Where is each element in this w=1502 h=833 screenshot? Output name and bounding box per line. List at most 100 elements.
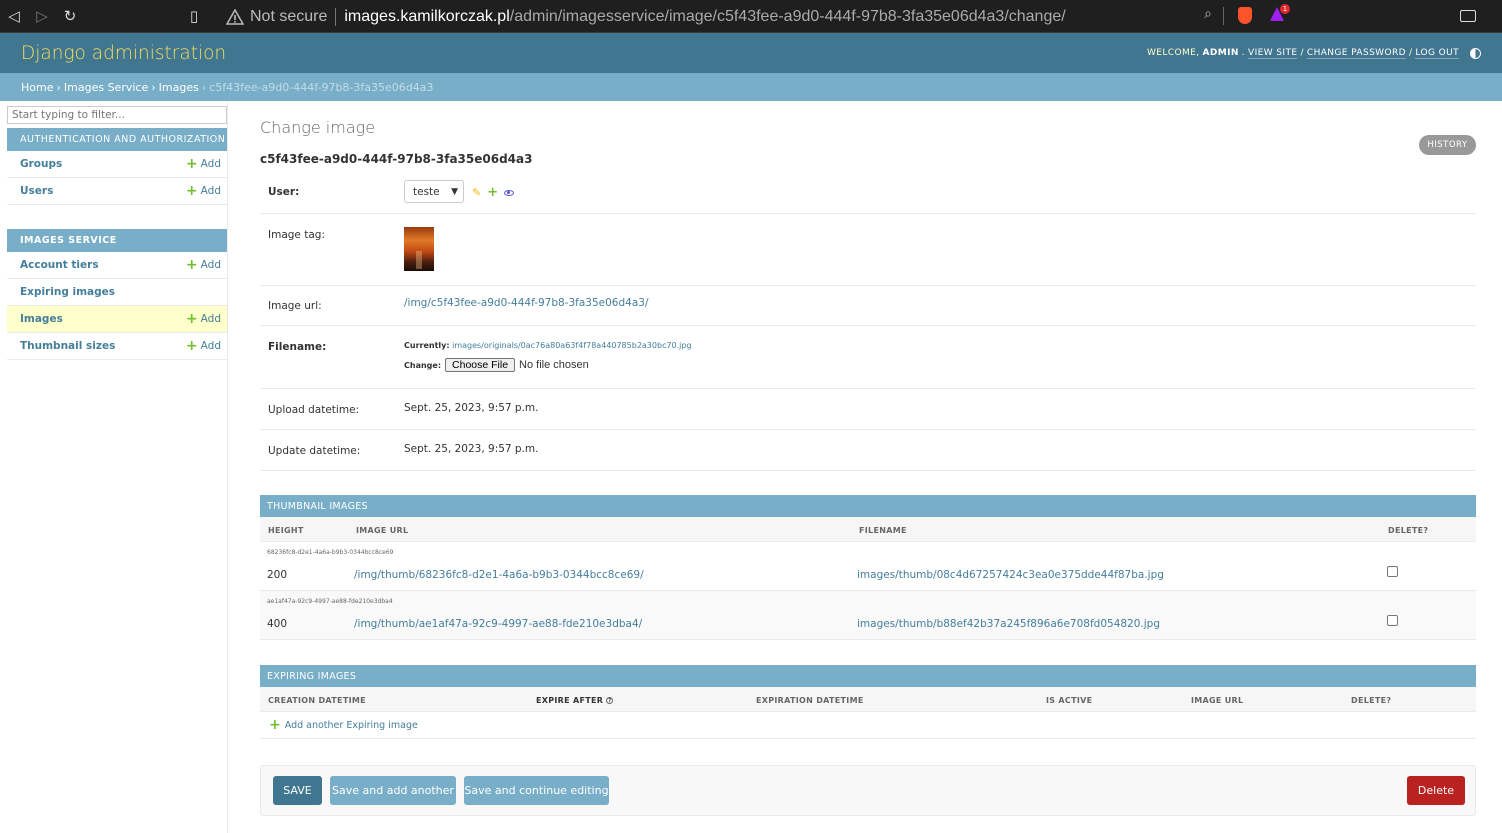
delete-checkbox[interactable]	[1387, 615, 1398, 626]
nav-filter-input[interactable]	[7, 106, 227, 124]
welcome-text: Welcome,	[1147, 48, 1200, 58]
breadcrumb-model[interactable]: Images	[159, 81, 199, 94]
username: admin	[1202, 48, 1239, 58]
currently-file-link[interactable]: images/originals/0ac76a80a63f4f78a440785…	[452, 341, 691, 350]
image-url-link[interactable]: /img/c5f43fee-a9d0-444f-97b8-3fa35e06d4a…	[404, 297, 649, 309]
no-file-text: No file chosen	[519, 359, 589, 371]
row-height: 200	[267, 569, 288, 581]
save-and-add-another-button[interactable]: Save and add another	[330, 776, 456, 805]
related-widget-icons: ✎ +	[472, 186, 515, 199]
history-button[interactable]: History	[1419, 135, 1476, 155]
brave-shield-icon[interactable]	[1238, 7, 1252, 24]
add-groups-link[interactable]: + Add	[185, 156, 221, 172]
back-icon[interactable]: ◁	[0, 2, 28, 30]
breadcrumb-home[interactable]: Home	[21, 81, 53, 94]
sidebar-item-label[interactable]: Images	[20, 313, 63, 325]
add-thumbnail-sizes-link[interactable]: + Add	[186, 339, 221, 353]
breadcrumb-sep: ›	[56, 80, 61, 94]
add-images-link[interactable]: + Add	[185, 311, 221, 327]
wallet-icon[interactable]	[1460, 10, 1476, 22]
breadcrumb-sep: ›	[201, 80, 207, 94]
upload-datetime-label: Upload datetime:	[268, 404, 360, 416]
add-related-icon[interactable]: +	[487, 186, 498, 199]
log-out-link[interactable]: Log out	[1415, 48, 1459, 59]
module-caption[interactable]: Authentication and Authorization	[7, 128, 227, 151]
punct: .	[1241, 48, 1246, 58]
add-label: Add	[200, 158, 221, 170]
module-auth: Authentication and Authorization Groups …	[7, 128, 227, 205]
delete-checkbox[interactable]	[1387, 566, 1398, 577]
save-button[interactable]: Save	[273, 776, 322, 805]
user-label: User:	[268, 186, 300, 198]
add-icon: +	[185, 156, 198, 172]
sidebar-item-images: Images + Add	[7, 306, 227, 333]
currently-label: Currently:	[404, 341, 450, 350]
expiring-table-header: Creation datetime Expire after ? Expirat…	[260, 687, 1476, 712]
row-image-url-link[interactable]: /img/thumb/68236fc8-d2e1-4a6a-b9b3-0344b…	[354, 569, 644, 581]
help-icon: ?	[606, 697, 614, 704]
sidebar-item-label[interactable]: Expiring images	[20, 286, 115, 298]
column-header-height: Height	[268, 526, 304, 535]
user-select[interactable]: teste ▼	[404, 180, 464, 203]
column-header-is-active: Is active	[1046, 696, 1093, 705]
update-datetime-label: Update datetime:	[268, 445, 361, 457]
add-label: Add	[200, 259, 221, 271]
add-account-tiers-link[interactable]: + Add	[186, 258, 221, 272]
slash: /	[1300, 48, 1304, 58]
image-preview	[404, 227, 434, 271]
view-related-icon[interactable]	[504, 189, 515, 196]
add-icon: +	[269, 717, 281, 733]
site-header: Django administration Welcome, admin. Vi…	[0, 33, 1502, 73]
edit-related-icon[interactable]: ✎	[472, 186, 481, 199]
change-row: Change: Choose File No file chosen	[404, 358, 589, 372]
warning-icon	[226, 8, 244, 25]
change-password-link[interactable]: Change password	[1306, 48, 1406, 59]
field-row-filename: Filename: Currently: images/originals/0a…	[260, 326, 1476, 389]
forward-icon[interactable]: ▷	[28, 2, 56, 30]
row-filename-link[interactable]: images/thumb/08c4d67257424c3ea0e375dde44…	[857, 569, 1164, 581]
user-select-value: teste	[413, 185, 440, 198]
column-header-filename: Filename	[859, 526, 907, 535]
image-url-label: Image url:	[268, 300, 322, 312]
sidebar-item-groups: Groups + Add	[7, 151, 227, 178]
column-header-expire-after: Expire after ?	[536, 696, 614, 705]
toolbar-divider	[1223, 7, 1224, 25]
image-tag-label: Image tag:	[268, 229, 325, 241]
view-site-link[interactable]: View site	[1248, 48, 1298, 59]
address-bar[interactable]: Not secure images.kamilkorczak.pl/admin/…	[216, 0, 1226, 33]
sidebar-item-label[interactable]: Users	[20, 185, 53, 197]
breadcrumb: Home › Images Service › Images › c5f43fee-a…	[0, 73, 1502, 101]
breadcrumb-app[interactable]: Images Service	[64, 81, 148, 94]
theme-toggle-icon[interactable]	[1470, 47, 1481, 59]
slash: /	[1408, 48, 1413, 58]
column-header-delete: Delete?	[1351, 696, 1392, 705]
sidebar-item-label[interactable]: Thumbnail sizes	[20, 340, 115, 352]
reload-icon[interactable]: ↻	[56, 2, 84, 30]
delete-button[interactable]: Delete	[1407, 776, 1465, 805]
sidebar-item-label[interactable]: Account tiers	[20, 259, 99, 271]
row-original-id: ae1af47a-92c9-4997-ae88-fde210e3dba4	[267, 598, 393, 605]
add-another-expiring-image-link[interactable]: Add another Expiring image	[285, 720, 418, 731]
bookmark-icon[interactable]: ▯	[180, 2, 208, 30]
currently-row: Currently: images/originals/0ac76a80a63f…	[404, 341, 692, 350]
sidebar-item-account-tiers: Account tiers + Add	[7, 252, 227, 279]
column-header-image-url: Image url	[1191, 696, 1244, 705]
module-images-service: Images Service Account tiers + Add Expiri…	[7, 229, 227, 360]
module-caption[interactable]: Images Service	[7, 229, 227, 252]
expiring-images-caption: Expiring images	[260, 665, 1476, 687]
field-row-image-url: Image url: /img/c5f43fee-a9d0-444f-97b8-…	[260, 286, 1476, 326]
choose-file-button[interactable]: Choose File	[445, 358, 516, 372]
table-row: ae1af47a-92c9-4997-ae88-fde210e3dba4 400…	[260, 591, 1476, 640]
table-row: 68236fc8-d2e1-4a6a-b9b3-0344bcc8ce69 200…	[260, 542, 1476, 591]
row-image-url-link[interactable]: /img/thumb/ae1af47a-92c9-4997-ae88-fde21…	[354, 618, 642, 630]
add-users-link[interactable]: + Add	[186, 184, 221, 198]
save-and-continue-button[interactable]: Save and continue editing	[464, 776, 609, 805]
breadcrumb-current: c5f43fee-a9d0-444f-97b8-3fa35e06d4a3	[209, 80, 434, 94]
column-header-image-url: Image url	[356, 526, 409, 535]
chevron-down-icon: ▼	[451, 186, 458, 197]
row-filename-link[interactable]: images/thumb/b88ef42b37a245f896a6e708fd0…	[857, 618, 1160, 630]
sidebar-item-label[interactable]: Groups	[20, 158, 62, 170]
add-icon: +	[185, 311, 198, 327]
zoom-icon[interactable]: ⌕	[1204, 6, 1212, 22]
site-branding[interactable]: Django administration	[21, 43, 226, 64]
